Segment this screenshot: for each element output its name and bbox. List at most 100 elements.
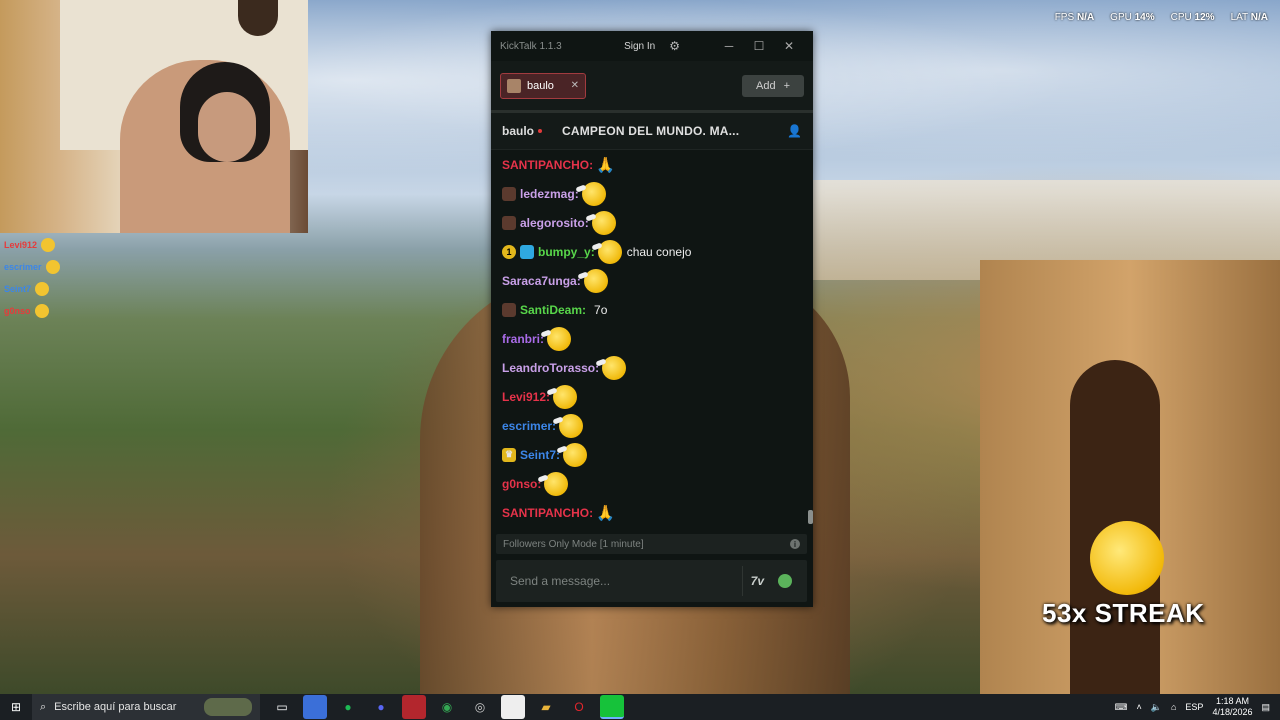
- clock[interactable]: 1:18 AM 4/18/2026: [1212, 696, 1252, 718]
- emote-icon[interactable]: [563, 442, 588, 467]
- spotify-icon[interactable]: ●: [336, 695, 360, 719]
- info-icon[interactable]: i: [790, 539, 800, 549]
- chrome-icon[interactable]: ◉: [435, 695, 459, 719]
- add-chatroom-button[interactable]: Add +: [742, 74, 804, 97]
- kicktalk-icon[interactable]: [600, 695, 624, 719]
- gift-badge-icon[interactable]: [502, 186, 516, 201]
- chat-username[interactable]: escrimer: [502, 419, 552, 433]
- chat-username[interactable]: LeandroTorasso: [502, 361, 595, 375]
- search-highlight-image: [204, 698, 252, 716]
- system-tray: ⌨ ˄ 🔈 ⌂ ESP 1:18 AM 4/18/2026 ▤: [1115, 696, 1280, 718]
- emote-icon[interactable]: [591, 210, 616, 235]
- maximize-button[interactable]: ☐: [744, 39, 774, 53]
- channel-name[interactable]: baulo: [502, 124, 534, 138]
- emote-icon[interactable]: [553, 384, 578, 409]
- chat-username[interactable]: SANTIPANCHO: [502, 506, 589, 520]
- chat-username[interactable]: ledezmag: [520, 187, 575, 201]
- windows-start-icon[interactable]: ⊞: [0, 700, 32, 714]
- overlay-chat-username: g0nso: [4, 306, 31, 316]
- close-button[interactable]: ✕: [774, 39, 804, 53]
- file-explorer-icon[interactable]: ▰: [534, 695, 558, 719]
- streak-emote-icon: [1090, 521, 1164, 595]
- chat-scrollbar[interactable]: [808, 510, 813, 524]
- emote-icon[interactable]: [583, 268, 608, 293]
- chat-message: alegorosito:: [502, 208, 813, 237]
- one-badge-icon[interactable]: 1: [502, 244, 516, 259]
- chat-username[interactable]: g0nso: [502, 477, 537, 491]
- volume-icon[interactable]: 🔈: [1151, 702, 1162, 713]
- fps-label: FPS: [1054, 12, 1075, 23]
- emoji-icon[interactable]: [778, 574, 792, 588]
- tab-baulo[interactable]: baulo ✕: [500, 72, 586, 99]
- live-indicator-icon: [538, 129, 542, 133]
- chat-username[interactable]: Seint7: [520, 448, 556, 462]
- emote-icon[interactable]: [559, 413, 584, 438]
- user-icon[interactable]: 👤: [787, 124, 802, 138]
- chat-username[interactable]: Saraca7unga: [502, 274, 577, 288]
- chat-message: franbri:: [502, 324, 813, 353]
- chevron-up-icon[interactable]: ˄: [1137, 702, 1142, 712]
- gift-badge-icon[interactable]: [502, 215, 516, 230]
- search-placeholder: Escribe aquí para buscar: [54, 701, 177, 713]
- avatar: [507, 78, 521, 93]
- chat-colon: :: [582, 302, 587, 317]
- clock-time: 1:18 AM: [1215, 696, 1249, 706]
- chat-username[interactable]: SANTIPANCHO: [502, 158, 589, 172]
- message-input[interactable]: [508, 573, 742, 589]
- chat-message: SANTIPANCHO: 🙏: [502, 150, 813, 179]
- pray-emote-icon[interactable]: 🙏: [596, 156, 615, 174]
- stream-title: CAMPEON DEL MUNDO. MA...: [562, 124, 740, 138]
- chat-username[interactable]: alegorosito: [520, 216, 585, 230]
- chat-message: ledezmag:: [502, 179, 813, 208]
- voicemeeter-icon[interactable]: [402, 695, 426, 719]
- pray-emote-icon[interactable]: 🙏: [596, 504, 615, 522]
- kicktalk-window: KickTalk 1.1.3 Sign In ⚙ ─ ☐ ✕ baulo ✕ A…: [491, 31, 813, 607]
- keyboard-icon[interactable]: ⌨: [1115, 702, 1128, 713]
- kick-emote-icon[interactable]: 7v: [751, 574, 764, 588]
- clock-date: 4/18/2026: [1212, 707, 1253, 717]
- app-icon[interactable]: [501, 695, 525, 719]
- chat-username[interactable]: SantiDeam: [520, 303, 582, 317]
- chat-username[interactable]: franbri: [502, 332, 540, 346]
- opera-icon[interactable]: O: [567, 695, 591, 719]
- stream-overlay-chat: Levi912 escrimer Seint7 g0nso: [4, 234, 60, 322]
- message-box: 7v: [496, 560, 807, 602]
- chat-mode-text: Followers Only Mode [1 minute]: [503, 538, 644, 550]
- notifications-icon[interactable]: ▤: [1261, 702, 1270, 713]
- crown-badge-icon[interactable]: ♛: [502, 447, 516, 462]
- chat-message: SANTIPANCHO: 🙏: [502, 498, 813, 527]
- gear-icon[interactable]: ⚙: [669, 39, 680, 53]
- hardware-overlay: FPS N/A GPU 14% CPU 12% LAT N/A: [1055, 12, 1268, 23]
- minimize-button[interactable]: ─: [714, 39, 744, 53]
- chat-message: SantiDeam:7o: [502, 295, 813, 324]
- taskbar: ⊞ ⌕ Escribe aquí para buscar ▭ ● ● ◉ ◎ ▰…: [0, 694, 1280, 720]
- webcam-face: [198, 92, 256, 162]
- gpu-value: 14%: [1134, 12, 1155, 23]
- language-indicator[interactable]: ESP: [1185, 702, 1203, 712]
- emote-icon[interactable]: [544, 471, 569, 496]
- emote-icon[interactable]: [597, 239, 622, 264]
- gift-badge-icon[interactable]: [502, 302, 516, 317]
- gpu-label: GPU: [1110, 12, 1132, 23]
- taskbar-search[interactable]: ⌕ Escribe aquí para buscar: [32, 694, 260, 720]
- emote-icon[interactable]: [581, 181, 606, 206]
- close-tab-icon[interactable]: ✕: [571, 80, 579, 91]
- emote-icon[interactable]: [602, 355, 627, 380]
- network-icon[interactable]: ⌂: [1171, 702, 1176, 712]
- overlay-chat-username: Levi912: [4, 240, 38, 250]
- chat-colon: :: [589, 157, 594, 172]
- task-view-icon[interactable]: ▭: [270, 695, 294, 719]
- chat-username[interactable]: Levi912: [502, 390, 546, 404]
- chat-message: LeandroTorasso:: [502, 353, 813, 382]
- emote-icon[interactable]: [547, 326, 572, 351]
- cube-badge-icon[interactable]: [520, 244, 534, 259]
- sign-in-button[interactable]: Sign In: [624, 41, 655, 52]
- obs-icon[interactable]: ◎: [468, 695, 492, 719]
- discord-icon[interactable]: ●: [369, 695, 393, 719]
- chat-messages[interactable]: SANTIPANCHO: 🙏 ledezmag: alegorosito:1 bumpy…: [491, 150, 813, 538]
- chat-username[interactable]: bumpy_y: [538, 245, 591, 259]
- chat-text: chau conejo: [626, 244, 692, 259]
- copilot-icon[interactable]: [303, 695, 327, 719]
- chat-message: ♛ Seint7:: [502, 440, 813, 469]
- overlay-emote-icon: [45, 260, 60, 274]
